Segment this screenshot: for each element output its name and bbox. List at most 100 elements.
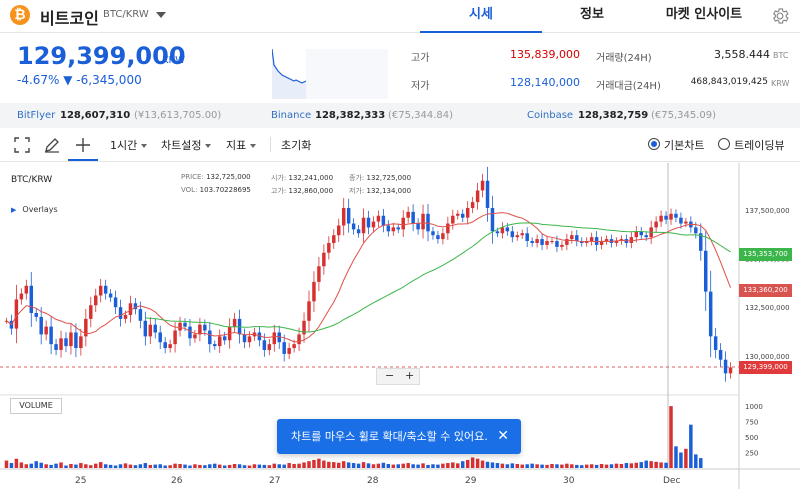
candle-body xyxy=(79,336,83,349)
overlays-toggle[interactable]: ▶ Overlays xyxy=(11,205,58,214)
tooltip-price: PRICE: 132,725,000 xyxy=(181,173,251,181)
volume-bar xyxy=(29,463,34,468)
basic-chart-radio[interactable] xyxy=(648,138,660,150)
volume-bar xyxy=(79,463,83,468)
current-price-tag: 129,399,000 xyxy=(739,361,792,374)
tooltip-vol-value: 103.70228695 xyxy=(199,186,251,194)
volume-bar xyxy=(237,464,242,468)
candle-body xyxy=(634,231,639,238)
volume-bar xyxy=(446,463,450,468)
volume-bar xyxy=(664,462,668,468)
zoom-in-button[interactable]: + xyxy=(405,369,414,383)
exchange-bitflyer-name[interactable]: BitFlyer xyxy=(17,103,55,128)
volume-bar xyxy=(619,463,624,468)
exchange-binance-name[interactable]: Binance xyxy=(271,103,311,128)
tab-market-insight[interactable]: 마켓 인사이트 xyxy=(642,0,766,33)
volume-bar xyxy=(292,463,296,468)
candle-body xyxy=(307,301,311,321)
x-tick-label: 28 xyxy=(367,476,379,486)
volume-bar xyxy=(203,465,207,468)
volume-bar xyxy=(341,461,346,468)
close-icon[interactable]: ✕ xyxy=(497,419,509,454)
x-tick-label: 26 xyxy=(171,476,183,486)
volume-bar xyxy=(9,463,14,468)
volume-bar xyxy=(188,465,192,468)
candle-body xyxy=(49,326,53,345)
price-tick-label: 130,000,000 xyxy=(745,353,790,361)
zoom-out-button[interactable]: − xyxy=(385,369,394,383)
crosshair-tool[interactable] xyxy=(68,128,98,161)
volume-bar xyxy=(39,462,43,468)
volume-bar xyxy=(351,463,356,468)
price-summary: 129,399,000 KRW -4.67% ▼ -6,345,000 고가 1… xyxy=(0,33,800,101)
volume-bar xyxy=(346,462,351,468)
candle-body xyxy=(535,239,539,243)
candle-body xyxy=(703,250,708,292)
volume-tick-label: 250 xyxy=(745,450,758,458)
basic-chart-label[interactable]: 기본차트 xyxy=(664,137,704,153)
tab-price[interactable]: 시세 xyxy=(420,0,542,33)
amount-value: 468,843,019,425 xyxy=(690,77,768,87)
volume-bar xyxy=(575,464,579,468)
volume-bar xyxy=(158,464,162,468)
volume-bar xyxy=(694,454,698,468)
chevron-down-icon xyxy=(250,144,257,148)
coin-name[interactable]: 비트코인 xyxy=(40,5,99,29)
volume-bar xyxy=(227,464,232,468)
pencil-icon[interactable] xyxy=(42,135,62,155)
candle-body xyxy=(148,324,153,337)
trading-view-radio[interactable] xyxy=(718,138,730,150)
ma-slow-tag-label: 135,353,700 xyxy=(743,250,788,258)
candle-body xyxy=(456,213,460,216)
volume-bar xyxy=(94,463,98,468)
volume-bar xyxy=(198,464,202,468)
fullscreen-icon[interactable] xyxy=(12,135,32,155)
volume-bar xyxy=(44,464,48,468)
volume-bar xyxy=(550,463,554,468)
candle-body xyxy=(708,291,713,337)
volume-bar xyxy=(317,458,321,468)
chart-toolbar: 1시간 차트설정 지표 초기화 기본차트 트레이딩뷰 xyxy=(0,128,800,162)
tab-info[interactable]: 정보 xyxy=(542,0,642,33)
candle-body xyxy=(297,334,301,345)
candle-body xyxy=(406,211,410,218)
candle-body xyxy=(317,266,321,282)
x-tick-label: 29 xyxy=(465,476,477,486)
candle-body xyxy=(351,223,356,230)
candle-body xyxy=(64,338,68,347)
volume-bar xyxy=(614,463,619,468)
trading-view-label[interactable]: 트레이딩뷰 xyxy=(734,137,785,153)
tooltip-close-label: 종가: xyxy=(349,174,365,182)
coin-dropdown-icon[interactable] xyxy=(156,12,166,18)
candle-body xyxy=(426,213,430,232)
volume-bar xyxy=(113,465,118,468)
reset-button[interactable]: 초기화 xyxy=(281,137,311,153)
candle-body xyxy=(322,252,326,267)
candle-body xyxy=(470,202,475,208)
candle-body xyxy=(451,215,455,224)
volume-bar xyxy=(386,463,391,468)
volume-bar xyxy=(103,464,108,468)
candle-body xyxy=(262,340,267,350)
candle-body xyxy=(718,349,723,360)
current-price-tag-label: 129,399,000 xyxy=(743,363,788,371)
volume-bar xyxy=(684,448,688,468)
volume-bar xyxy=(540,464,544,468)
price-chart[interactable]: 137,500,000135,000,000132,500,000130,000… xyxy=(0,163,800,489)
tooltip-open-value: 132,241,000 xyxy=(288,174,334,182)
volume-bar xyxy=(604,464,609,468)
candle-body xyxy=(24,285,29,294)
candle-body xyxy=(366,217,371,228)
indicators-select[interactable]: 지표 xyxy=(226,137,257,153)
exchange-coinbase-name[interactable]: Coinbase xyxy=(527,103,573,128)
chart-settings-select[interactable]: 차트설정 xyxy=(161,137,212,153)
volume-bar xyxy=(148,464,153,468)
candle-body xyxy=(629,237,634,243)
candle-body xyxy=(540,239,544,245)
volume-bar xyxy=(505,464,510,468)
candle-body xyxy=(460,213,465,218)
volume-bar xyxy=(594,464,599,468)
gear-icon[interactable] xyxy=(770,6,790,26)
candle-body xyxy=(39,316,43,335)
interval-select[interactable]: 1시간 xyxy=(110,137,148,153)
